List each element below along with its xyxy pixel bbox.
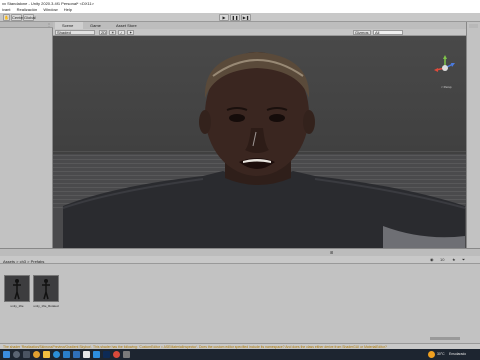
hierarchy-panel: ⋮ — [0, 22, 53, 248]
tab-scene[interactable]: Scene — [55, 22, 83, 29]
global-space-button[interactable]: Global — [23, 14, 36, 21]
settings-icon[interactable] — [123, 351, 130, 358]
tab-game[interactable]: Game — [83, 22, 107, 29]
search-icon[interactable] — [13, 351, 20, 358]
asset-label: unity_16e_Rotated — [33, 304, 59, 308]
menu-item-1[interactable]: ivant — [2, 7, 10, 12]
scene-toolbar: Shaded 2D ☀ ♪ ✦ Gizmos All — [53, 29, 466, 36]
vscode-icon[interactable] — [93, 351, 100, 358]
thumbnail-size-slider[interactable] — [430, 337, 460, 340]
hand-tool-icon[interactable]: ✋ — [3, 14, 10, 21]
breadcrumb[interactable]: Assets > ch3 > Prefabs — [3, 259, 44, 264]
audio-toggle-icon[interactable]: ♪ — [118, 30, 125, 35]
project-toolbar: ◉ 10 ★ ⏷ — [0, 256, 480, 264]
menu-item-window[interactable]: Window — [43, 7, 57, 12]
scene-view: Scene Game Asset Store Shaded 2D ☀ ♪ ✦ G… — [53, 22, 466, 248]
inspector-panel — [466, 22, 480, 248]
taskbar: 30°C Ensolarado — [0, 349, 480, 360]
unity-icon[interactable] — [83, 351, 90, 358]
edge-icon[interactable] — [53, 351, 60, 358]
asset-item[interactable]: unity_16e — [4, 275, 30, 308]
asset-thumbnail[interactable] — [33, 275, 59, 302]
weather-sun-icon[interactable] — [428, 351, 435, 358]
shading-mode-dropdown[interactable]: Shaded — [55, 30, 95, 35]
perspective-label[interactable]: < Persp — [441, 85, 451, 89]
inspector-header — [469, 24, 478, 28]
asset-count: 10 — [440, 257, 445, 262]
gizmos-dropdown[interactable]: Gizmos — [353, 30, 371, 35]
windows-start-icon[interactable] — [3, 351, 10, 358]
character-figure-icon — [42, 279, 50, 300]
scene-viewport[interactable]: < Persp — [53, 36, 466, 248]
eye-icon[interactable]: ◉ — [430, 257, 436, 263]
lighting-toggle-icon[interactable]: ☀ — [109, 30, 116, 35]
menu-item-help[interactable]: Help — [64, 7, 72, 12]
character-model[interactable] — [53, 36, 466, 248]
asset-thumbnail[interactable] — [4, 275, 30, 302]
character-figure-icon — [13, 279, 21, 300]
pause-button[interactable]: ❚❚ — [230, 14, 240, 21]
menu-item-2[interactable]: Realización — [17, 7, 38, 12]
chrome-icon[interactable] — [33, 351, 40, 358]
project-panel: ⊞ ◉ 10 ★ ⏷ Assets > ch3 > Prefabs unity_… — [0, 248, 480, 343]
file-explorer-icon[interactable] — [43, 351, 50, 358]
store-icon[interactable] — [63, 351, 70, 358]
task-view-icon[interactable] — [23, 351, 30, 358]
lock-icon[interactable]: ⊞ — [330, 250, 336, 255]
window-title: xx Standalone - Unity 2020.3.4f1 Persona… — [0, 0, 480, 7]
play-button[interactable]: ▶ — [219, 14, 229, 21]
project-tabs: ⊞ — [0, 249, 480, 256]
main-toolbar: ✋ Center Global ▶ ❚❚ ▶❚ — [0, 13, 480, 22]
scene-search-input[interactable]: All — [373, 30, 403, 35]
panel-menu-icon[interactable]: ⋮ — [47, 23, 51, 27]
photoshop-icon[interactable] — [103, 351, 110, 358]
star-icon[interactable]: ★ — [452, 257, 458, 263]
weather-temperature[interactable]: 30°C — [437, 350, 445, 359]
filter-icon[interactable]: ⏷ — [462, 257, 468, 263]
asset-item[interactable]: unity_16e_Rotated — [33, 275, 59, 308]
2d-toggle[interactable]: 2D — [99, 30, 107, 35]
scene-tabs: Scene Game Asset Store — [53, 22, 466, 29]
media-player-icon[interactable] — [113, 351, 120, 358]
asset-label: unity_16e — [10, 304, 24, 308]
weather-description[interactable]: Ensolarado — [449, 350, 466, 359]
tab-asset-store[interactable]: Asset Store — [109, 22, 143, 29]
mail-icon[interactable] — [73, 351, 80, 358]
effects-toggle-icon[interactable]: ✦ — [127, 30, 134, 35]
center-pivot-button[interactable]: Center — [11, 14, 24, 21]
step-button[interactable]: ▶❚ — [241, 14, 251, 21]
hierarchy-header — [0, 22, 53, 28]
